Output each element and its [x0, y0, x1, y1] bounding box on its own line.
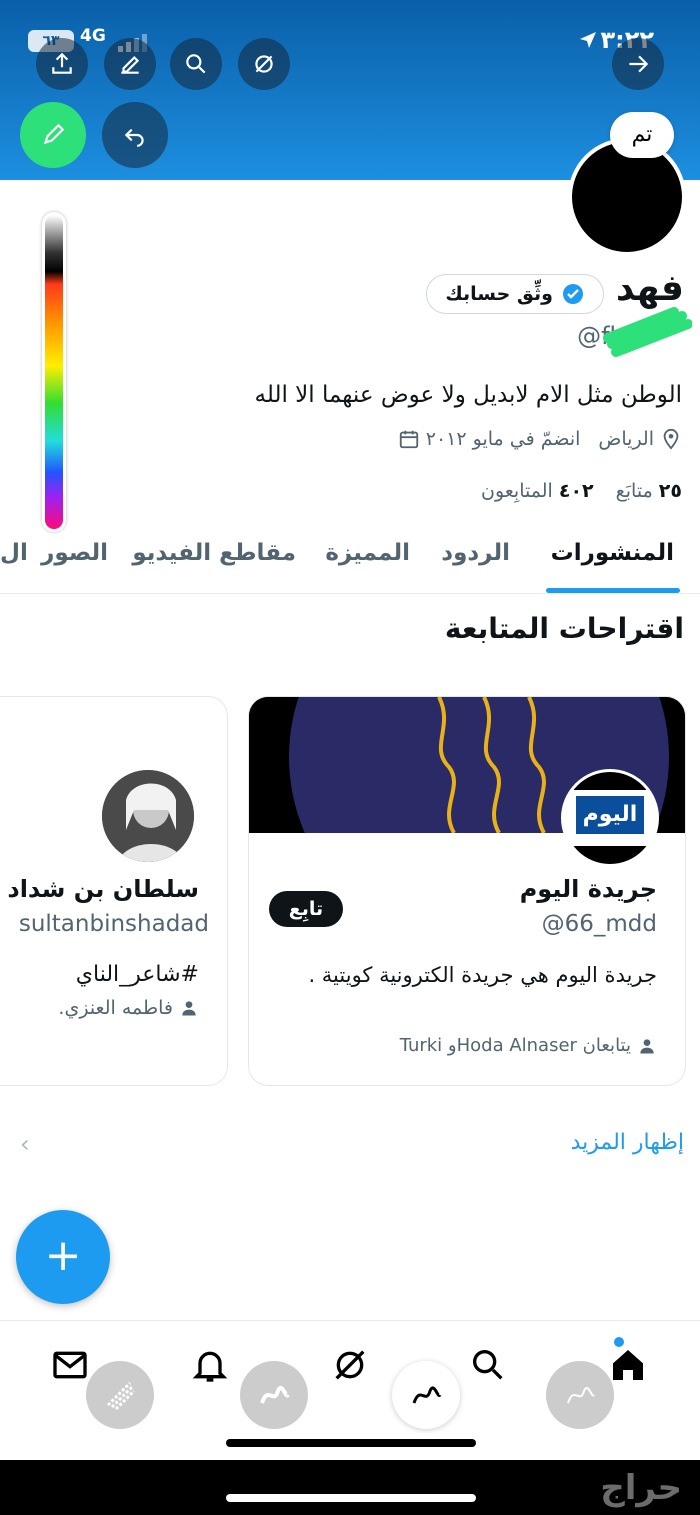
pen-icon: [43, 123, 65, 145]
location-text: الرياض: [598, 428, 654, 450]
explore-icon: [255, 55, 273, 73]
done-button[interactable]: تم: [610, 112, 674, 158]
search-icon: [186, 54, 206, 74]
pencil-scribble-icon: [567, 1386, 595, 1404]
bell-icon[interactable]: [190, 1345, 230, 1385]
user-photo: [102, 770, 194, 862]
search-button[interactable]: [170, 38, 222, 90]
card-name: جريدة اليوم: [519, 875, 657, 903]
tab-partial[interactable]: ال: [0, 540, 28, 566]
watermark-footer: حراج: [0, 1460, 700, 1515]
haraj-watermark: حراج: [600, 1468, 682, 1508]
location-arrow-icon: [580, 32, 596, 48]
tab-replies[interactable]: الردود: [441, 540, 510, 566]
card-avatar: اليوم: [561, 769, 659, 867]
share-button[interactable]: [36, 38, 88, 90]
suggestions-title: اقتراحات المتابعة: [444, 612, 684, 645]
marker-tool[interactable]: [240, 1361, 308, 1429]
verified-badge-icon: [563, 284, 583, 304]
plus-icon: +: [44, 1230, 82, 1281]
back-button[interactable]: [612, 38, 664, 90]
suggestion-card[interactable]: سلطان بن شداد sultanbinshadad #شاعر_النا…: [0, 696, 228, 1086]
share-icon: [52, 52, 72, 74]
card-followed-by: يتابعان Hoda Alnaserو Turki: [400, 1035, 657, 1056]
compose-button[interactable]: +: [16, 1210, 110, 1304]
network-label: 4G: [80, 26, 106, 46]
location-icon: [663, 428, 679, 450]
card-handle: sultanbinshadad: [18, 911, 209, 937]
card-avatar: [99, 767, 197, 865]
eraser-tool[interactable]: [86, 1361, 154, 1429]
color-picker-slider[interactable]: [42, 212, 66, 532]
tab-posts[interactable]: المنشورات: [551, 540, 674, 566]
person-icon: [182, 1001, 196, 1016]
eraser-icon: [106, 1381, 136, 1411]
explore-icon[interactable]: [330, 1345, 370, 1385]
chevron-left-icon[interactable]: ‹: [20, 1130, 30, 1158]
marker-icon: [260, 1385, 290, 1404]
card-bio: جريدة اليوم هي جريدة الكترونية كويتية .: [308, 963, 657, 987]
home-indicator: [226, 1439, 476, 1447]
newspaper-logo: اليوم: [576, 796, 644, 834]
profile-name: فهد: [615, 268, 684, 309]
tab-videos[interactable]: مقاطع الفيديو: [132, 540, 296, 566]
edit-icon: [121, 55, 140, 74]
card-handle: @66_mdd: [541, 911, 657, 937]
explore-button[interactable]: [238, 38, 290, 90]
follow-button[interactable]: تابِع: [269, 891, 343, 927]
show-more-link[interactable]: إظهار المزيد: [571, 1130, 684, 1155]
follow-counts: ٢٥ متابَع ٤٠٢ المتابِعون: [481, 480, 682, 502]
profile-meta: الرياض انضمّ في مايو ٢٠١٢: [398, 428, 682, 450]
home-icon[interactable]: [608, 1345, 648, 1385]
followers-count[interactable]: ٤٠٢ المتابِعون: [481, 480, 594, 502]
mail-icon[interactable]: [50, 1345, 90, 1385]
home-indicator-secondary: [226, 1494, 476, 1502]
profile-tabs: المنشورات الردود المميزة مقاطع الفيديو ا…: [0, 528, 700, 594]
active-tab-indicator: [546, 588, 680, 593]
logo-bar-bottom: [564, 846, 656, 864]
calendar-icon: [399, 430, 418, 449]
pen-scribble-icon: [412, 1386, 442, 1404]
followed-by-text: يتابعان Hoda Alnaserو Turki: [399, 1035, 631, 1056]
pen-tool-button[interactable]: [20, 102, 86, 168]
location-item: الرياض: [598, 428, 682, 450]
tab-highlights[interactable]: المميزة: [325, 540, 410, 566]
card-bio: #شاعر_الناي: [75, 962, 199, 987]
tab-photos[interactable]: الصور: [41, 540, 108, 566]
verify-account-button[interactable]: وثِّق حسابك: [426, 274, 604, 314]
verify-label: وثِّق حسابك: [445, 283, 553, 305]
joined-item: انضمّ في مايو ٢٠١٢: [398, 428, 581, 450]
suggestion-card[interactable]: اليوم جريدة اليوم @66_mdd تابِع جريدة ال…: [248, 696, 686, 1086]
person-icon: [640, 1038, 654, 1053]
edit-button[interactable]: [104, 38, 156, 90]
pen-tool[interactable]: [392, 1361, 460, 1429]
profile-bio: الوطن مثل الام لابديل ولا عوض عنهما الا …: [254, 382, 682, 408]
following-count[interactable]: ٢٥ متابَع: [616, 480, 682, 502]
arrow-right-icon: [629, 55, 649, 73]
undo-button[interactable]: [102, 102, 168, 168]
undo-icon: [124, 128, 144, 147]
joined-text: انضمّ في مايو ٢٠١٢: [425, 428, 581, 450]
pencil-tool[interactable]: [546, 1361, 614, 1429]
logo-bar-top: [564, 772, 656, 790]
bottom-navigation: [0, 1320, 700, 1460]
search-icon[interactable]: [468, 1345, 508, 1385]
card-name: سلطان بن شداد: [7, 875, 199, 903]
followed-by-text: فاطمه العنزي.: [58, 997, 173, 1019]
notification-dot: [614, 1337, 624, 1347]
green-highlight-scribble: [603, 307, 692, 357]
card-followed-by: فاطمه العنزي.: [58, 997, 199, 1019]
